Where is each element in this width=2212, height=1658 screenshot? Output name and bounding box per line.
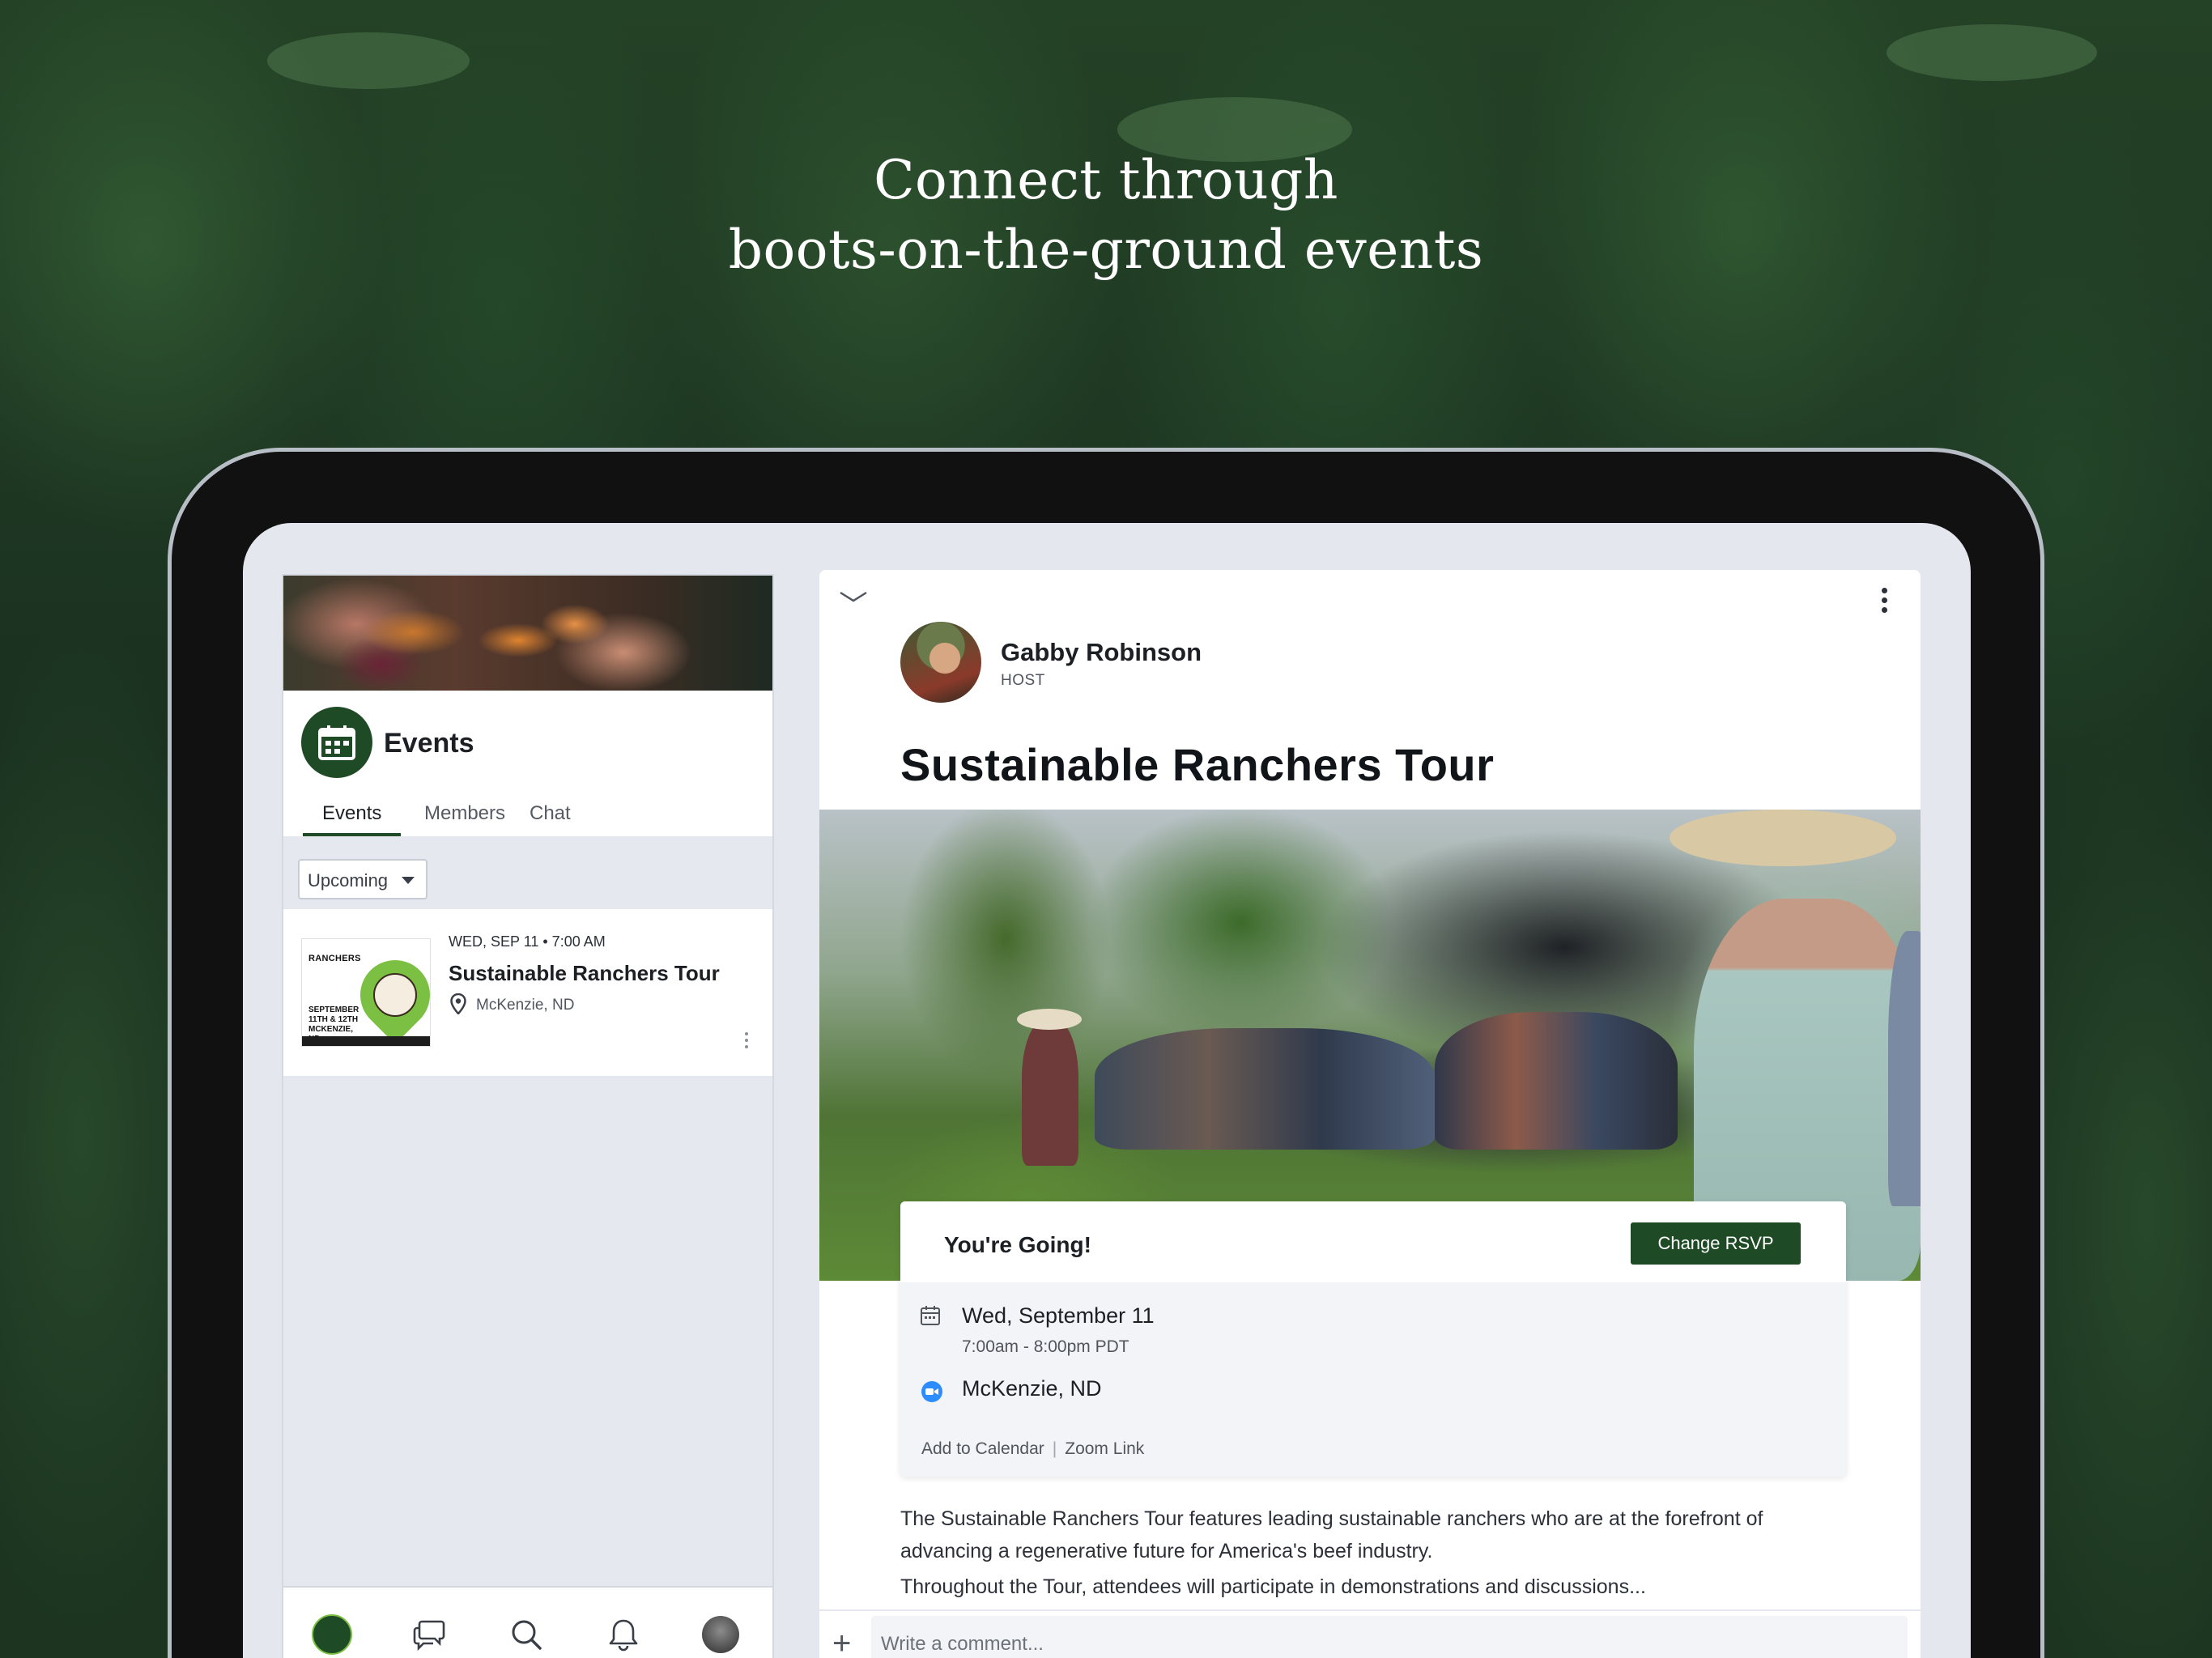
event-detail-panel: Gabby Robinson HOST Sustainable Ranchers… bbox=[819, 570, 1921, 1658]
group-header: Events Events Members Chat bbox=[283, 691, 772, 836]
event-description: The Sustainable Ranchers Tour features l… bbox=[900, 1507, 1763, 1562]
event-location: McKenzie, ND bbox=[962, 1376, 1102, 1401]
host-avatar[interactable] bbox=[900, 622, 981, 703]
thumbnail-footer-bar bbox=[302, 1036, 430, 1046]
zoom-video-icon bbox=[921, 1381, 942, 1402]
caret-down-icon bbox=[402, 877, 415, 884]
photo-figure bbox=[1435, 1012, 1678, 1150]
host-role-label: HOST bbox=[1001, 672, 1045, 689]
tab-events[interactable]: Events bbox=[303, 802, 402, 836]
event-title: Sustainable Ranchers Tour bbox=[900, 739, 1495, 790]
event-datetime: WED, SEP 11 • 7:00 AM bbox=[449, 933, 606, 950]
ranch-logo-graphic bbox=[373, 973, 417, 1017]
zoom-link[interactable]: Zoom Link bbox=[1065, 1439, 1144, 1458]
tablet-screen: Events Events Members Chat Upcoming RANC… bbox=[243, 523, 1971, 1658]
photo-figure bbox=[1670, 810, 1896, 866]
photo-figure bbox=[1017, 1009, 1082, 1030]
headline: Connect through boots-on-the-ground even… bbox=[0, 146, 2212, 285]
link-divider: | bbox=[1052, 1439, 1057, 1458]
headline-line-2: boots-on-the-ground events bbox=[728, 219, 1484, 281]
collapse-chevron-icon[interactable] bbox=[839, 589, 868, 606]
calendar-icon bbox=[921, 1306, 940, 1325]
photo-figure bbox=[1095, 1028, 1435, 1150]
background-decor bbox=[267, 32, 470, 89]
photo-figure bbox=[1888, 931, 1921, 1206]
tab-chat[interactable]: Chat bbox=[530, 802, 571, 836]
background-decor bbox=[1887, 24, 2097, 81]
location-pin-icon bbox=[450, 993, 466, 1014]
search-icon[interactable] bbox=[505, 1613, 547, 1656]
headline-line-1: Connect through bbox=[874, 149, 1338, 211]
change-rsvp-button[interactable]: Change RSVP bbox=[1631, 1222, 1801, 1265]
tab-members[interactable]: Members bbox=[424, 802, 505, 836]
more-options-icon[interactable] bbox=[1882, 588, 1888, 617]
photo-figure bbox=[1022, 1020, 1078, 1166]
add-to-calendar-link[interactable]: Add to Calendar bbox=[921, 1439, 1044, 1458]
event-date: Wed, September 11 bbox=[962, 1303, 1155, 1328]
comment-bar: + bbox=[819, 1609, 1921, 1658]
group-logo-icon[interactable] bbox=[311, 1613, 353, 1656]
bell-icon[interactable] bbox=[602, 1613, 644, 1656]
comment-input[interactable] bbox=[871, 1616, 1908, 1658]
plus-icon[interactable]: + bbox=[832, 1627, 851, 1658]
event-time: 7:00am - 8:00pm PDT bbox=[962, 1337, 1129, 1356]
event-list-item[interactable]: RANCHERS SEPTEMBER 11TH & 12TH MCKENZIE,… bbox=[283, 909, 772, 1076]
events-sidebar: Events Events Members Chat Upcoming RANC… bbox=[282, 574, 774, 1658]
rsvp-header: You're Going! Change RSVP bbox=[900, 1201, 1846, 1282]
thumbnail-title: RANCHERS bbox=[308, 954, 361, 963]
host-name[interactable]: Gabby Robinson bbox=[1001, 638, 1202, 667]
rsvp-card: You're Going! Change RSVP Wed, September… bbox=[900, 1201, 1846, 1477]
event-links: Add to Calendar | Zoom Link bbox=[921, 1439, 1144, 1459]
profile-avatar[interactable] bbox=[700, 1613, 742, 1656]
event-location: McKenzie, ND bbox=[476, 997, 575, 1014]
rsvp-status: You're Going! bbox=[944, 1232, 1091, 1257]
more-options-icon[interactable] bbox=[745, 1032, 750, 1052]
event-thumbnail: RANCHERS SEPTEMBER 11TH & 12TH MCKENZIE,… bbox=[301, 938, 445, 1047]
group-banner-image bbox=[283, 576, 772, 691]
group-tabs: Events Members Chat bbox=[283, 802, 772, 836]
calendar-group-icon bbox=[301, 707, 372, 778]
event-name: Sustainable Ranchers Tour bbox=[449, 961, 720, 985]
chat-icon[interactable] bbox=[408, 1613, 450, 1656]
filter-selected-value: Upcoming bbox=[308, 870, 389, 891]
bottom-navigation bbox=[283, 1586, 772, 1658]
group-title: Events bbox=[384, 728, 474, 759]
event-description-cut: Throughout the Tour, attendees will part… bbox=[900, 1575, 1646, 1598]
event-filter-dropdown[interactable]: Upcoming bbox=[298, 859, 428, 899]
